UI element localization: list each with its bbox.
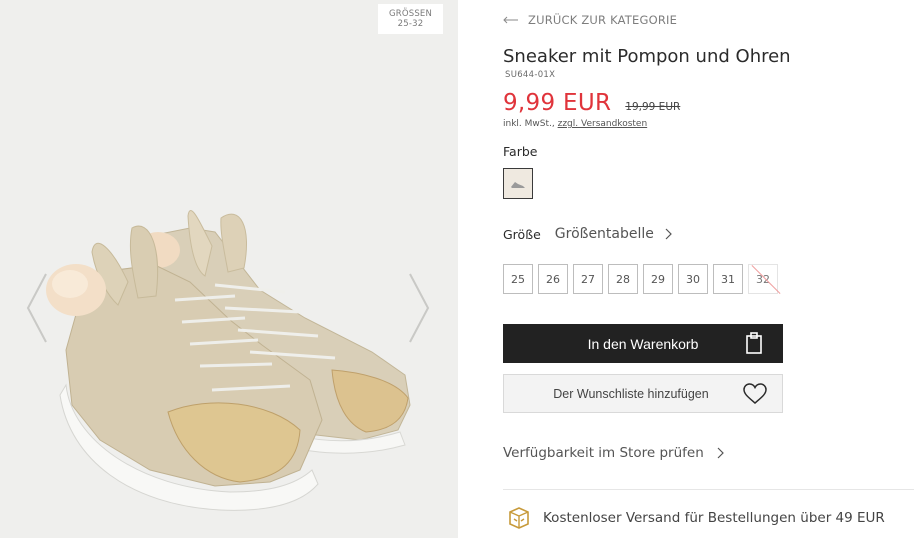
heart-icon: [743, 383, 767, 404]
price-row: 9,99 EUR 19,99 EUR: [503, 90, 680, 116]
chevron-right-icon: [409, 273, 430, 343]
size-option-27[interactable]: 27: [573, 264, 603, 294]
size-option-26[interactable]: 26: [538, 264, 568, 294]
product-sku: SU644-01X: [505, 70, 556, 80]
old-price: 19,99 EUR: [625, 101, 681, 113]
add-to-cart-button[interactable]: In den Warenkorb: [503, 324, 783, 363]
gallery-next-button[interactable]: [406, 272, 432, 344]
add-to-cart-label: In den Warenkorb: [587, 335, 699, 352]
size-label: Größe: [503, 226, 541, 242]
store-availability-label: Verfügbarkeit im Store prüfen: [503, 445, 704, 461]
store-availability-link[interactable]: Verfügbarkeit im Store prüfen: [503, 445, 724, 461]
shopping-bag-icon: [746, 332, 762, 354]
size-option-29[interactable]: 29: [643, 264, 673, 294]
size-option-28[interactable]: 28: [608, 264, 638, 294]
product-gallery: GRÖSSEN 25-32: [0, 0, 458, 538]
size-badge-label: GRÖSSEN: [388, 9, 433, 19]
chevron-right-icon: [665, 228, 672, 240]
size-badge-range: 25-32: [397, 19, 424, 29]
size-option-25[interactable]: 25: [503, 264, 533, 294]
chevron-right-icon: [717, 447, 724, 459]
size-range-badge: GRÖSSEN 25-32: [378, 4, 443, 34]
add-to-wishlist-label: Der Wunschliste hinzufügen: [553, 386, 709, 401]
product-details-panel: ZURÜCK ZUR KATEGORIE Sneaker mit Pompon …: [503, 0, 914, 538]
tax-note: inkl. MwSt., zzgl. Versandkosten: [503, 119, 647, 129]
size-option-30[interactable]: 30: [678, 264, 708, 294]
size-row: Größe Größentabelle: [503, 226, 672, 242]
shoe-swatch-icon: [511, 181, 525, 188]
arrow-left-icon: [503, 16, 518, 24]
tax-note-text: inkl. MwSt.,: [503, 119, 555, 129]
color-swatch[interactable]: [503, 168, 533, 199]
add-to-wishlist-button[interactable]: Der Wunschliste hinzufügen: [503, 374, 783, 413]
product-title: Sneaker mit Pompon und Ohren: [503, 46, 791, 67]
color-label: Farbe: [503, 144, 538, 159]
free-shipping-text: Kostenloser Versand für Bestellungen übe…: [543, 510, 885, 526]
size-table-link[interactable]: Größentabelle: [555, 226, 654, 242]
product-image: [46, 210, 411, 511]
shipping-costs-link[interactable]: zzgl. Versandkosten: [558, 119, 648, 129]
back-link-label: ZURÜCK ZUR KATEGORIE: [528, 13, 678, 27]
chevron-left-icon: [26, 273, 47, 343]
back-to-category-link[interactable]: ZURÜCK ZUR KATEGORIE: [503, 13, 677, 27]
free-shipping-box-icon: [509, 507, 529, 529]
free-shipping-note: Kostenloser Versand für Bestellungen übe…: [507, 506, 885, 530]
current-price: 9,99 EUR: [503, 90, 612, 116]
divider: [503, 489, 914, 490]
gallery-prev-button[interactable]: [24, 272, 50, 344]
size-options: 25 26 27 28 29 30 31 32: [503, 264, 778, 294]
size-option-32: 32: [748, 264, 778, 294]
size-option-31[interactable]: 31: [713, 264, 743, 294]
